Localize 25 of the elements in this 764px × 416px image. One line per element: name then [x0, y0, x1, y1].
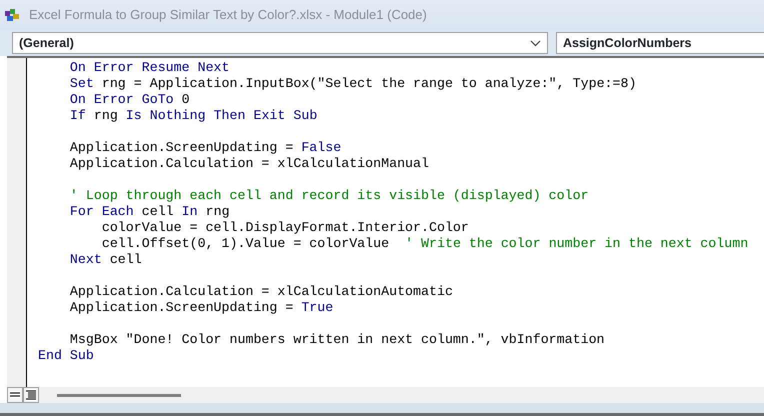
window-title: Excel Formula to Group Similar Text by Color?.xlsx - Module1 (Code) — [29, 6, 427, 24]
code-line: colorValue = cell.DisplayFormat.Interior.Color — [100, 220, 469, 235]
object-dropdown[interactable]: (General) — [12, 32, 548, 54]
lines-icon — [26, 390, 36, 400]
code-line: cell.Offset(0, 1).Value = colorValue ' Write the color number in the next column — [100, 236, 748, 251]
procedure-view-button[interactable] — [7, 387, 23, 403]
code-line: Application.ScreenUpdating = True — [68, 300, 334, 315]
code-line: On Error GoTo 0 — [68, 92, 190, 107]
module-view-button[interactable] — [23, 387, 39, 403]
code-line: Application.Calculation = xlCalculationManual — [68, 156, 429, 171]
app-icon — [4, 8, 21, 22]
code-line: End Sub — [38, 348, 94, 363]
code-line: Application.Calculation = xlCalculationAutomatic — [68, 284, 453, 299]
code-line: MsgBox "Done! Color numbers written in next column.", vbInformation — [68, 332, 605, 347]
code-line: Set rng = Application.InputBox("Select the range to analyze:", Type:=8) — [68, 76, 636, 91]
scrollbar-thumb[interactable] — [57, 394, 181, 396]
code-line: If rng Is Nothing Then Exit Sub — [68, 108, 318, 123]
code-line: ' Loop through each cell and record its visible (displayed) color — [68, 188, 589, 203]
chevron-down-icon — [530, 40, 541, 46]
code-line: Application.ScreenUpdating = False — [68, 140, 342, 155]
code-line: For Each cell In rng — [68, 204, 230, 219]
code-line: On Error Resume Next — [68, 60, 230, 75]
procedure-dropdown[interactable]: AssignColorNumbers — [556, 32, 764, 54]
code-line: Next cell — [68, 252, 142, 267]
lines-icon — [10, 391, 20, 399]
